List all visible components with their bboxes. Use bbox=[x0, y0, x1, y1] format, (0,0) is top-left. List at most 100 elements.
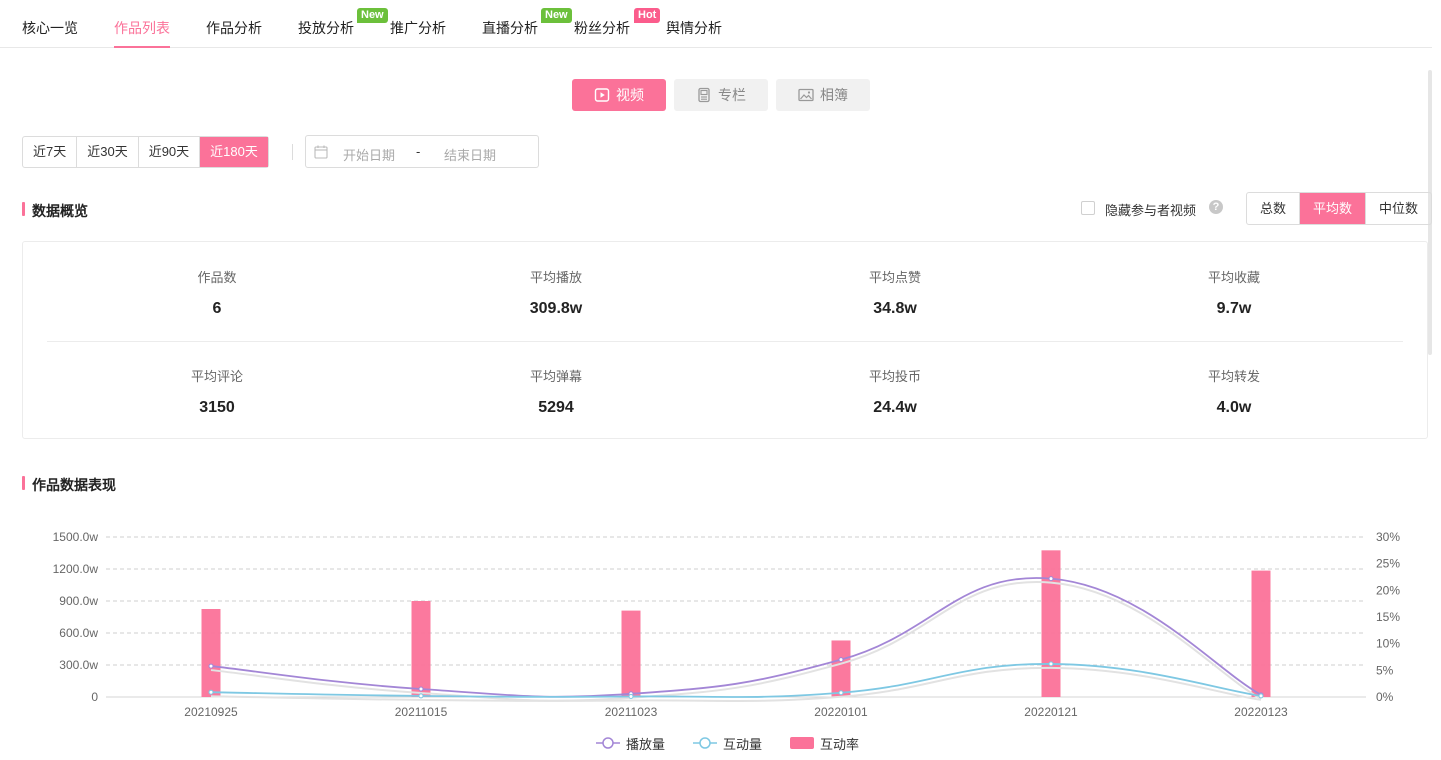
divider bbox=[292, 144, 293, 160]
range-7-days[interactable]: 近7天 bbox=[23, 137, 78, 167]
x-tick-label: 20220123 bbox=[1234, 705, 1288, 719]
stat-label: 平均弹幕 bbox=[529, 369, 582, 384]
legend-item-play[interactable]: 播放量 bbox=[596, 734, 665, 753]
y-left-tick-label: 600.0w bbox=[59, 626, 98, 640]
hot-badge: Hot bbox=[634, 8, 661, 23]
y-right-tick-label: 10% bbox=[1376, 637, 1400, 651]
top-nav: 核心一览 作品列表 作品分析 投放分析 New 推广分析 直播分析 New 粉丝… bbox=[0, 0, 1432, 48]
performance-title: 作品数据表现 bbox=[22, 475, 116, 495]
stat-value: 4.0w bbox=[1216, 399, 1252, 416]
tab-works-analysis[interactable]: 作品分析 bbox=[206, 18, 262, 38]
rate-bar bbox=[1041, 550, 1061, 697]
legend-label: 播放量 bbox=[626, 736, 666, 752]
range-30-days[interactable]: 近30天 bbox=[77, 137, 139, 167]
hide-participant-label[interactable]: 隐藏参与者视频 bbox=[1105, 200, 1196, 219]
rate-bar bbox=[1251, 570, 1271, 697]
x-tick-label: 20220121 bbox=[1024, 705, 1078, 719]
y-right-tick-label: 5% bbox=[1376, 663, 1394, 677]
chart-legend: 播放量 互动量 互动率 bbox=[596, 734, 887, 752]
aggregate-toggle: 总数 平均数 中位数 bbox=[1246, 192, 1433, 225]
rate-bar bbox=[831, 640, 851, 697]
x-tick-label: 20220101 bbox=[814, 705, 868, 719]
line-legend-icon bbox=[596, 737, 620, 749]
stat-label: 平均点赞 bbox=[868, 270, 921, 285]
tab-promotion-analysis[interactable]: 推广分析 bbox=[390, 18, 446, 38]
stat-value: 3150 bbox=[199, 399, 235, 416]
tab-live-analysis[interactable]: 直播分析 bbox=[482, 18, 538, 38]
new-badge: New bbox=[541, 8, 572, 23]
tab-core-overview[interactable]: 核心一览 bbox=[22, 18, 78, 38]
stat-works-count: 作品数 6 bbox=[67, 267, 367, 318]
line-legend-icon bbox=[693, 737, 718, 749]
legend-item-rate[interactable]: 互动率 bbox=[790, 734, 859, 753]
end-date-input[interactable]: 结束日期 bbox=[444, 145, 496, 164]
stat-avg-play: 平均播放 309.8w bbox=[406, 267, 706, 318]
stat-label: 平均评论 bbox=[190, 369, 243, 384]
stat-avg-share: 平均转发 4.0w bbox=[1084, 366, 1384, 417]
start-date-input[interactable]: 开始日期 bbox=[343, 145, 395, 164]
stat-value: 24.4w bbox=[873, 399, 917, 416]
range-180-days[interactable]: 近180天 bbox=[200, 137, 268, 167]
album-button[interactable]: 相簿 bbox=[776, 79, 870, 111]
legend-item-interaction[interactable]: 互动量 bbox=[693, 734, 762, 753]
stat-label: 平均转发 bbox=[1207, 369, 1260, 384]
calendar-icon bbox=[314, 145, 328, 159]
image-icon bbox=[798, 88, 814, 102]
y-right-tick-label: 15% bbox=[1376, 610, 1400, 624]
x-tick-label: 20210925 bbox=[184, 705, 238, 719]
data-point bbox=[418, 693, 424, 699]
rate-bar bbox=[411, 601, 431, 697]
rate-bar bbox=[621, 610, 641, 697]
stats-divider bbox=[47, 341, 1403, 342]
stat-value: 309.8w bbox=[529, 300, 583, 317]
data-point bbox=[208, 663, 214, 669]
stat-avg-danmaku: 平均弹幕 5294 bbox=[406, 366, 706, 417]
stat-value: 34.8w bbox=[873, 300, 917, 317]
column-label: 专栏 bbox=[718, 87, 746, 103]
legend-label: 互动率 bbox=[820, 736, 860, 752]
stat-label: 平均播放 bbox=[529, 270, 582, 285]
aggregate-average[interactable]: 平均数 bbox=[1300, 193, 1367, 224]
video-label: 视频 bbox=[616, 87, 644, 103]
stat-value: 5294 bbox=[538, 399, 574, 416]
column-icon bbox=[698, 87, 710, 103]
tab-sentiment-analysis[interactable]: 舆情分析 bbox=[666, 18, 722, 38]
stat-label: 平均收藏 bbox=[1207, 270, 1260, 285]
help-icon[interactable]: ? bbox=[1209, 200, 1223, 214]
tab-ad-analysis[interactable]: 投放分析 bbox=[298, 18, 354, 38]
data-point bbox=[628, 693, 634, 699]
y-right-tick-label: 0% bbox=[1376, 690, 1394, 704]
data-point bbox=[1048, 661, 1054, 667]
bar-legend-icon bbox=[790, 737, 815, 749]
column-button[interactable]: 专栏 bbox=[674, 79, 768, 111]
data-point bbox=[838, 657, 844, 663]
video-button[interactable]: 视频 bbox=[572, 79, 666, 111]
tab-works-list[interactable]: 作品列表 bbox=[114, 18, 170, 48]
legend-label: 互动量 bbox=[723, 736, 763, 752]
chart-svg: 0 300.0w 600.0w 900.0w 1200.0w 1500.0w 0% 5% 10%… bbox=[53, 530, 1401, 719]
album-label: 相簿 bbox=[820, 87, 848, 103]
y-left-tick-label: 1500.0w bbox=[53, 530, 99, 544]
stat-value: 6 bbox=[212, 300, 222, 317]
y-left-tick-label: 1200.0w bbox=[53, 562, 99, 576]
aggregate-total[interactable]: 总数 bbox=[1247, 193, 1301, 224]
date-separator: - bbox=[416, 144, 421, 159]
performance-chart: 0 300.0w 600.0w 900.0w 1200.0w 1500.0w 0% 5% 10%… bbox=[0, 500, 1441, 760]
video-icon bbox=[594, 88, 610, 102]
tab-fans-analysis[interactable]: 粉丝分析 bbox=[574, 18, 630, 38]
hide-participant-checkbox[interactable] bbox=[1081, 201, 1095, 215]
data-point bbox=[838, 690, 844, 696]
range-90-days[interactable]: 近90天 bbox=[139, 137, 201, 167]
y-right-tick-label: 25% bbox=[1376, 557, 1400, 571]
new-badge: New bbox=[357, 8, 388, 23]
data-point bbox=[208, 689, 214, 695]
data-point bbox=[1048, 576, 1054, 582]
y-left-tick-label: 900.0w bbox=[59, 594, 98, 608]
date-range-picker[interactable]: 开始日期 - 结束日期 bbox=[305, 135, 539, 168]
stat-label: 平均投币 bbox=[868, 369, 921, 384]
stat-avg-like: 平均点赞 34.8w bbox=[745, 267, 1045, 318]
stat-avg-comment: 平均评论 3150 bbox=[67, 366, 367, 417]
y-right-tick-label: 30% bbox=[1376, 530, 1400, 544]
x-tick-label: 20211023 bbox=[605, 705, 658, 719]
aggregate-median[interactable]: 中位数 bbox=[1366, 193, 1431, 224]
